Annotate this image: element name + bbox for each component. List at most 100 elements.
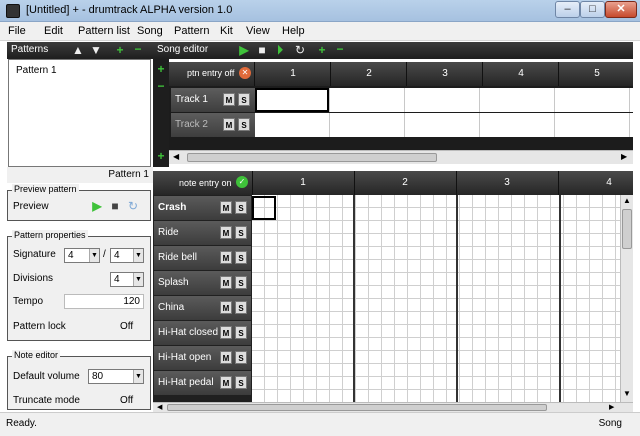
note-horizontal-scrollbar[interactable]: ◀ ▶ bbox=[153, 402, 633, 412]
scroll-left-icon[interactable]: ◀ bbox=[173, 152, 179, 161]
menu-song[interactable]: Song bbox=[137, 25, 163, 37]
instrument-solo-button[interactable]: S bbox=[235, 201, 247, 214]
track-row: Track 1 M S bbox=[171, 88, 255, 112]
instrument-name[interactable]: Ride bbox=[158, 227, 179, 238]
scroll-thumb[interactable] bbox=[167, 404, 547, 411]
track-mute-button[interactable]: M bbox=[223, 93, 235, 106]
menu-pattern[interactable]: Pattern bbox=[174, 25, 209, 37]
instrument-solo-button[interactable]: S bbox=[235, 301, 247, 314]
chevron-down-icon: ▼ bbox=[133, 370, 143, 383]
selected-note-cell[interactable] bbox=[252, 196, 276, 220]
selected-cell[interactable] bbox=[255, 88, 329, 112]
scroll-right-icon[interactable]: ▶ bbox=[621, 152, 627, 161]
menu-kit[interactable]: Kit bbox=[220, 25, 233, 37]
tempo-field[interactable]: 120 bbox=[64, 294, 144, 309]
menu-view[interactable]: View bbox=[246, 25, 270, 37]
track-cells[interactable] bbox=[255, 113, 633, 137]
song-editor-toolbar: Song editor ▶ ■ ⏵ ↻ + − bbox=[153, 42, 633, 59]
close-button[interactable]: ✕ bbox=[605, 1, 637, 18]
instrument-name[interactable]: Hi-Hat closed bbox=[158, 327, 218, 338]
add-pattern-icon[interactable]: + bbox=[113, 43, 127, 57]
remove-bar-icon[interactable]: − bbox=[154, 79, 168, 93]
entry-on-icon[interactable]: ✓ bbox=[236, 176, 248, 188]
add-bar-icon[interactable]: + bbox=[154, 62, 168, 76]
track-name[interactable]: Track 1 bbox=[175, 94, 208, 105]
bar-divider bbox=[252, 171, 253, 195]
signature-denominator-select[interactable]: 4 ▼ bbox=[110, 248, 144, 263]
track-row: Track 2 M S bbox=[171, 113, 255, 137]
scroll-thumb[interactable] bbox=[187, 153, 437, 162]
note-grid[interactable] bbox=[252, 195, 620, 402]
instrument-mute-button[interactable]: M bbox=[220, 351, 232, 364]
loop-icon[interactable]: ↻ bbox=[293, 43, 307, 57]
preview-stop-icon[interactable]: ■ bbox=[108, 199, 122, 213]
instrument-name[interactable]: Crash bbox=[158, 202, 186, 213]
scroll-up-icon[interactable]: ▲ bbox=[623, 196, 631, 205]
instrument-solo-button[interactable]: S bbox=[235, 251, 247, 264]
remove-track-icon[interactable]: − bbox=[333, 42, 347, 56]
window-title: [Untitled] + - drumtrack ALPHA version 1… bbox=[26, 4, 233, 16]
menu-pattern-list[interactable]: Pattern list bbox=[78, 25, 130, 37]
scroll-right-icon[interactable]: ▶ bbox=[609, 403, 614, 411]
instrument-mute-button[interactable]: M bbox=[220, 251, 232, 264]
truncate-mode-value[interactable]: Off bbox=[120, 395, 133, 406]
divisions-select[interactable]: 4 ▼ bbox=[110, 272, 144, 287]
play-from-start-icon[interactable]: ⏵ bbox=[273, 43, 287, 57]
note-editor-legend: Note editor bbox=[12, 350, 61, 360]
add-row-icon[interactable]: + bbox=[154, 149, 168, 163]
instrument-mute-button[interactable]: M bbox=[220, 376, 232, 389]
instrument-name[interactable]: Splash bbox=[158, 277, 189, 288]
list-item[interactable]: Pattern 1 bbox=[16, 65, 57, 76]
instrument-mute-button[interactable]: M bbox=[220, 201, 232, 214]
patterns-list[interactable]: Pattern 1 bbox=[8, 59, 151, 167]
entry-off-icon[interactable]: ✕ bbox=[239, 67, 251, 79]
preview-play-icon[interactable]: ▶ bbox=[90, 199, 104, 213]
scroll-left-icon[interactable]: ◀ bbox=[157, 403, 162, 411]
note-grid-cells[interactable] bbox=[252, 195, 620, 402]
chevron-down-icon: ▼ bbox=[89, 249, 99, 262]
default-volume-select[interactable]: 80 ▼ bbox=[88, 369, 144, 384]
add-track-icon[interactable]: + bbox=[315, 43, 329, 57]
instrument-name[interactable]: Hi-Hat open bbox=[158, 352, 211, 363]
track-cells[interactable] bbox=[255, 88, 633, 112]
track-solo-button[interactable]: S bbox=[238, 93, 250, 106]
instrument-mute-button[interactable]: M bbox=[220, 301, 232, 314]
instrument-row: Ride M S bbox=[154, 221, 251, 245]
menu-help[interactable]: Help bbox=[282, 25, 305, 37]
scroll-down-icon[interactable]: ▼ bbox=[623, 389, 631, 398]
play-icon[interactable]: ▶ bbox=[237, 43, 251, 57]
menu-edit[interactable]: Edit bbox=[44, 25, 63, 37]
stop-icon[interactable]: ■ bbox=[255, 43, 269, 57]
preview-loop-icon[interactable]: ↻ bbox=[126, 199, 140, 213]
instrument-solo-button[interactable]: S bbox=[235, 276, 247, 289]
minimize-button[interactable]: – bbox=[555, 1, 580, 18]
note-bar-number: 2 bbox=[402, 177, 408, 188]
remove-pattern-icon[interactable]: − bbox=[131, 42, 145, 56]
signature-numerator-select[interactable]: 4 ▼ bbox=[64, 248, 100, 263]
note-vertical-scrollbar[interactable]: ▲ ▼ bbox=[620, 195, 633, 402]
instrument-solo-button[interactable]: S bbox=[235, 351, 247, 364]
instrument-mute-button[interactable]: M bbox=[220, 226, 232, 239]
track-mute-button[interactable]: M bbox=[223, 118, 235, 131]
move-up-icon[interactable]: ▲ bbox=[71, 43, 85, 57]
instrument-solo-button[interactable]: S bbox=[235, 326, 247, 339]
instrument-name[interactable]: China bbox=[158, 302, 184, 313]
track-solo-button[interactable]: S bbox=[238, 118, 250, 131]
maximize-button[interactable]: □ bbox=[580, 1, 605, 18]
song-bar-number: 2 bbox=[366, 68, 372, 79]
instrument-solo-button[interactable]: S bbox=[235, 226, 247, 239]
current-pattern-row: Pattern 1 bbox=[7, 167, 153, 183]
instrument-name[interactable]: Ride bell bbox=[158, 252, 197, 263]
track-name[interactable]: Track 2 bbox=[175, 119, 208, 130]
instrument-mute-button[interactable]: M bbox=[220, 326, 232, 339]
pattern-lock-value[interactable]: Off bbox=[120, 321, 133, 332]
instrument-name[interactable]: Hi-Hat pedal bbox=[158, 377, 214, 388]
scroll-thumb[interactable] bbox=[622, 209, 632, 249]
song-horizontal-scrollbar[interactable]: ◀ ▶ bbox=[169, 150, 633, 164]
note-bar-number: 1 bbox=[300, 177, 306, 188]
instrument-solo-button[interactable]: S bbox=[235, 376, 247, 389]
menu-file[interactable]: File bbox=[8, 25, 26, 37]
instrument-mute-button[interactable]: M bbox=[220, 276, 232, 289]
move-down-icon[interactable]: ▼ bbox=[89, 43, 103, 57]
instrument-row: Hi-Hat pedal M S bbox=[154, 371, 251, 395]
